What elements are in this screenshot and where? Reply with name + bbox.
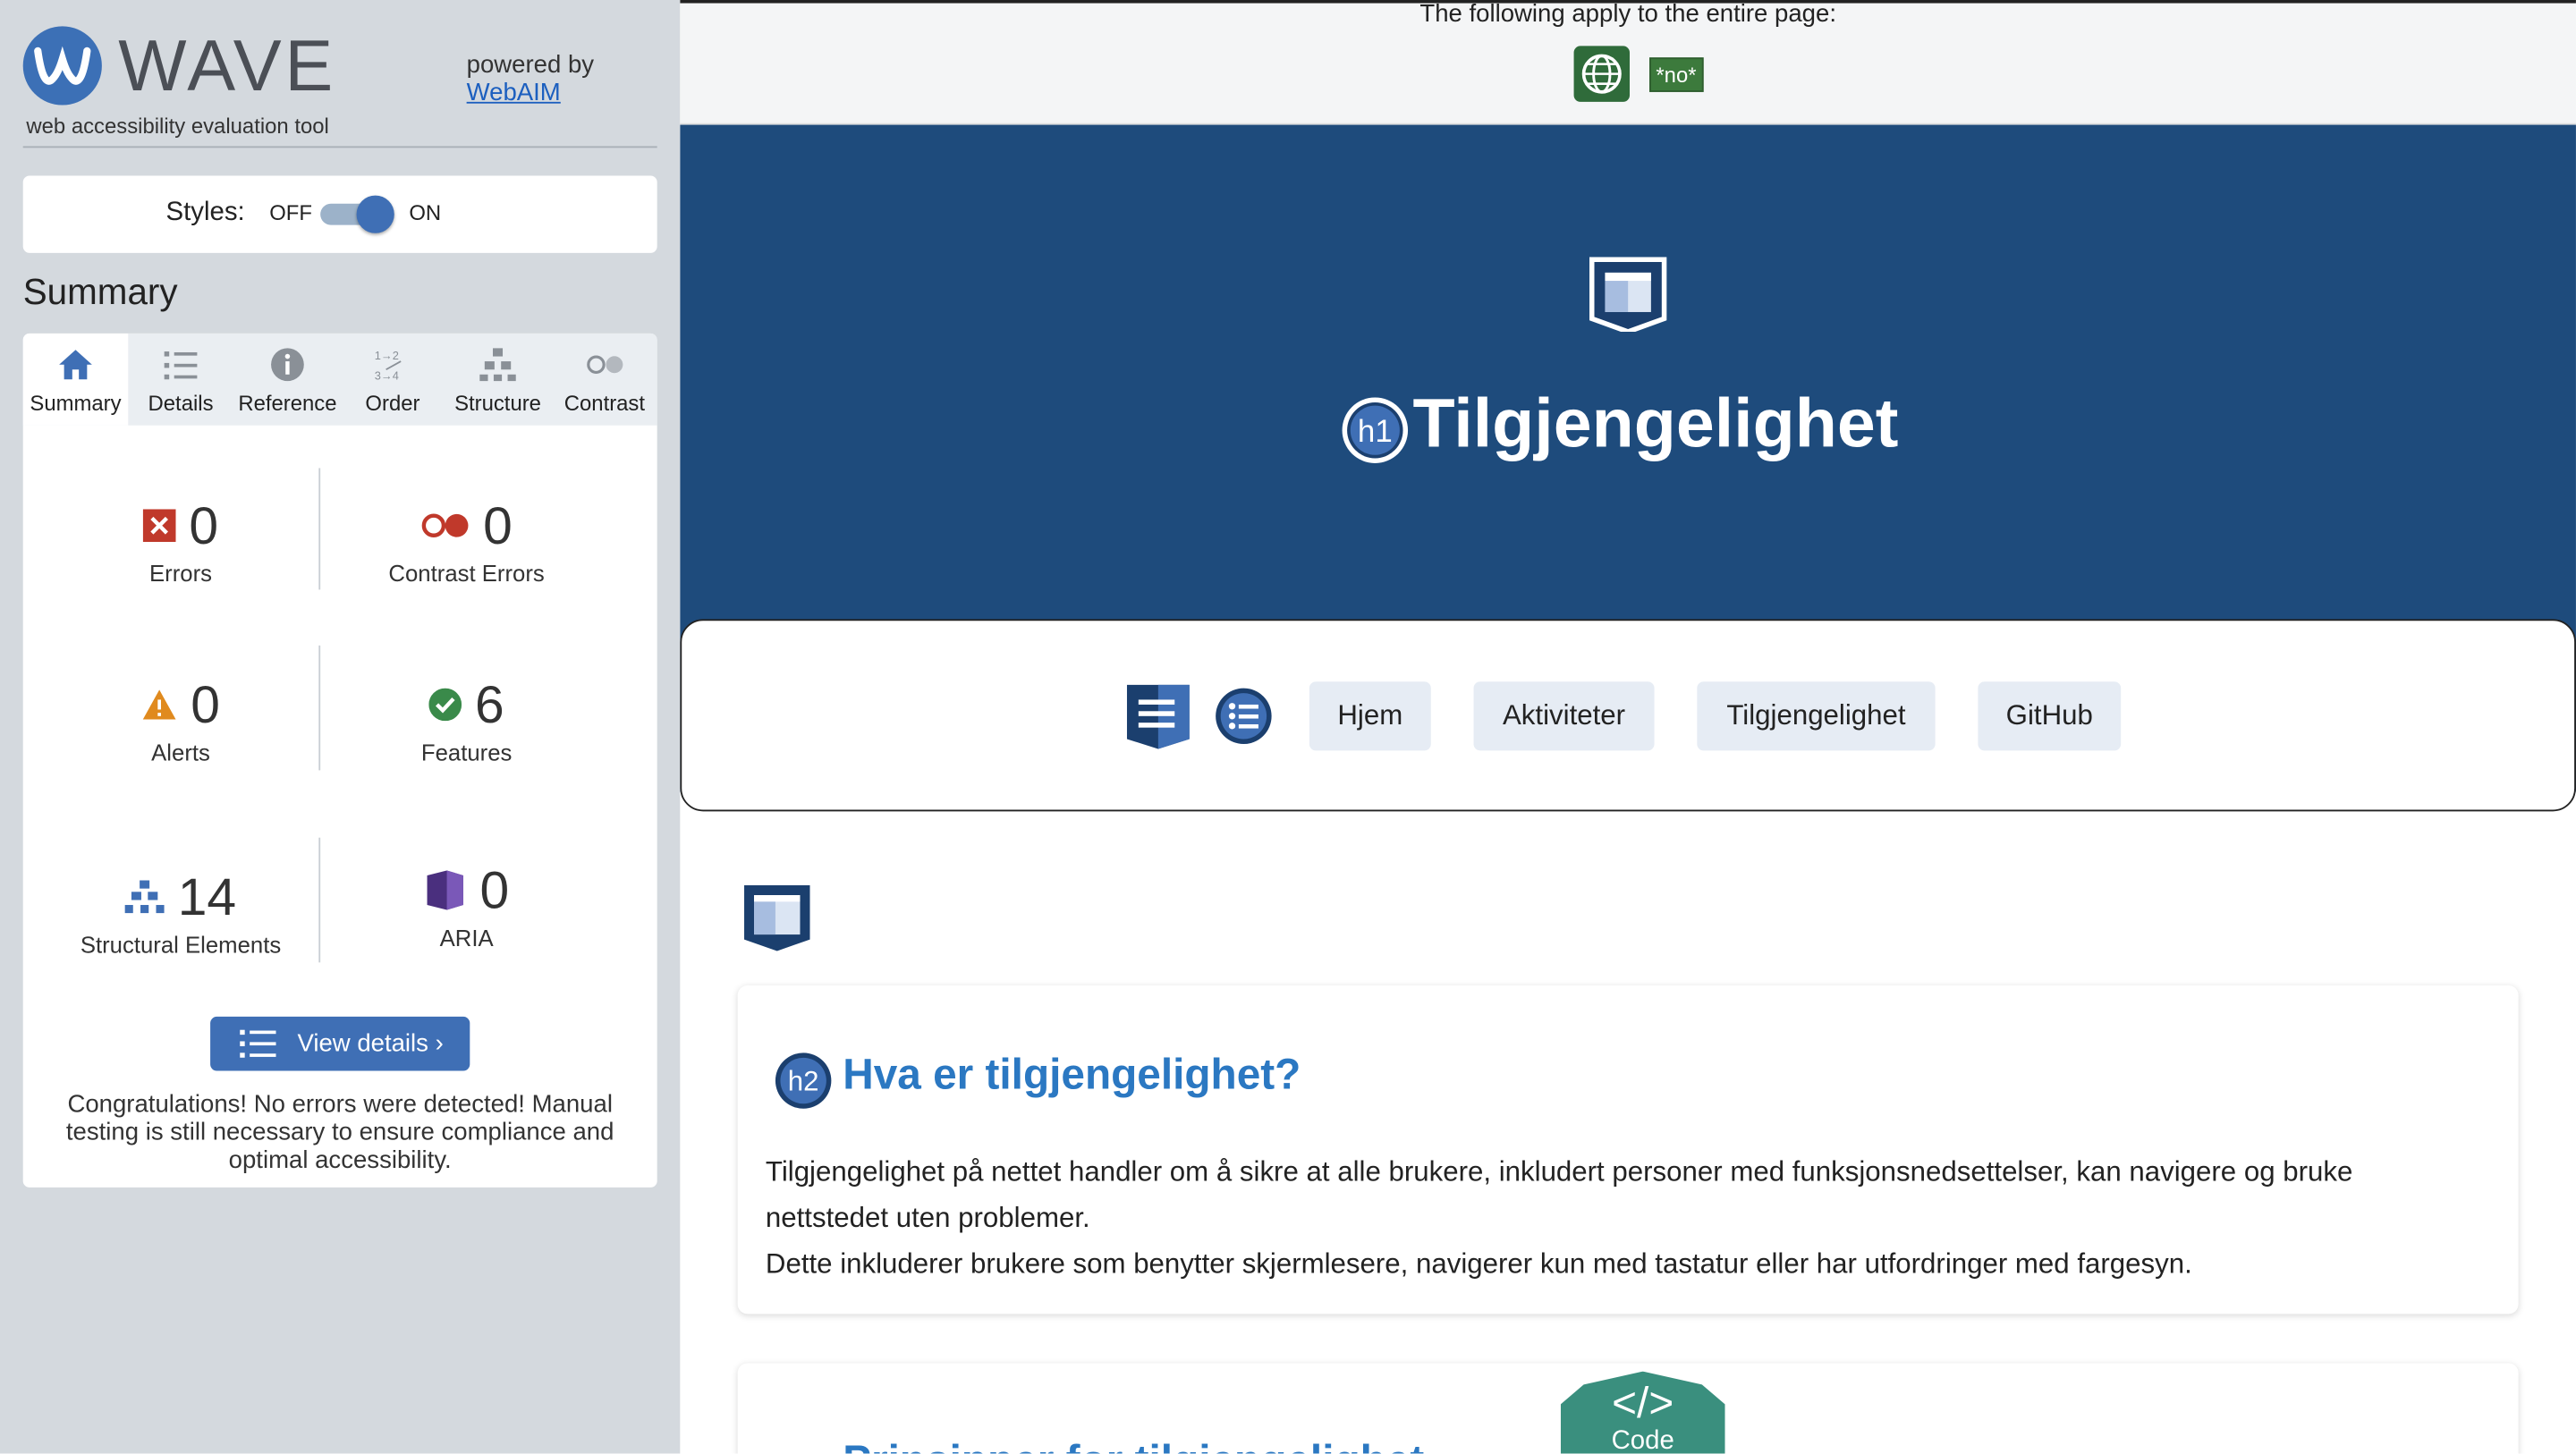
- page-content: The following apply to the entire page: …: [680, 0, 2576, 1454]
- tab-label: Reference: [238, 391, 337, 416]
- webaim-link[interactable]: WebAIM: [467, 79, 594, 106]
- tab-contrast[interactable]: Contrast: [552, 334, 657, 426]
- styles-label: Styles:: [165, 199, 245, 227]
- structural-count: 14: [177, 866, 237, 926]
- h2-badge-label: h2: [788, 1066, 819, 1097]
- tab-reference[interactable]: Reference: [233, 334, 342, 426]
- nav-link-aktiviteter[interactable]: Aktiviteter: [1473, 681, 1655, 751]
- contrast-errors-label: Contrast Errors: [388, 560, 545, 587]
- divider: [22, 146, 657, 148]
- tab-bar: Summary Details Reference 1→2 3→4 Order S…: [22, 333, 657, 426]
- tab-label: Order: [365, 391, 420, 416]
- main-landmark-icon[interactable]: [742, 883, 811, 952]
- nav-bar: Hjem Aktiviteter Tilgjengelighet GitHub: [680, 619, 2576, 812]
- summary-heading: Summary: [22, 271, 178, 312]
- header-banner: h1 Tilgjengelighet Hjem Aktiviteter Tilg…: [680, 124, 2576, 812]
- stat-divider: [318, 837, 321, 963]
- wave-logo-icon: [22, 26, 102, 106]
- aria-count: 0: [479, 860, 510, 920]
- aria-icon: [427, 870, 464, 910]
- tab-summary[interactable]: Summary: [22, 333, 129, 426]
- wave-subtitle: web accessibility evaluation tool: [26, 113, 329, 139]
- unordered-list-icon[interactable]: [1214, 687, 1273, 746]
- code-icon[interactable]: </>Code: [1560, 1371, 1725, 1454]
- h2-heading-icon[interactable]: h2: [774, 1051, 833, 1110]
- header-landmark-icon[interactable]: [1589, 257, 1667, 333]
- nav-link-github[interactable]: GitHub: [1978, 681, 2122, 751]
- styles-toggle-knob[interactable]: [356, 195, 394, 233]
- paragraph-line: Dette inkluderer brukere som benytter sk…: [765, 1247, 2192, 1280]
- page-wide-bar: The following apply to the entire page: …: [680, 0, 2576, 125]
- tab-label: Details: [148, 391, 214, 416]
- stat-divider: [318, 645, 321, 771]
- section-heading: Hva er tilgjengelighet?: [843, 1049, 1301, 1099]
- tab-order[interactable]: 1→2 3→4 Order: [342, 334, 444, 426]
- stat-errors[interactable]: 0 Errors: [41, 498, 320, 587]
- globe-icon[interactable]: [1573, 46, 1631, 102]
- home-icon: [59, 350, 92, 380]
- svg-text:3→4: 3→4: [375, 368, 399, 382]
- list-icon: [164, 351, 198, 380]
- contrast-error-icon: [421, 513, 469, 537]
- navigation-landmark-icon[interactable]: [1125, 683, 1191, 749]
- tab-label: Summary: [30, 391, 122, 416]
- language-tag[interactable]: *no*: [1649, 57, 1703, 92]
- tab-details[interactable]: Details: [128, 334, 233, 426]
- aria-label: ARIA: [439, 925, 494, 951]
- styles-toggle-box: Styles: OFF ON: [22, 175, 657, 253]
- powered-by-label: powered by: [466, 50, 595, 80]
- stat-divider: [318, 468, 321, 590]
- stat-aria[interactable]: 0 ARIA: [327, 862, 606, 951]
- errors-count: 0: [189, 495, 219, 555]
- structure-icon: [479, 348, 516, 382]
- view-details-button[interactable]: View details ›: [210, 1016, 470, 1071]
- powered-by: powered by WebAIM: [467, 51, 594, 106]
- alerts-label: Alerts: [151, 739, 210, 765]
- styles-on-label: ON: [409, 200, 442, 225]
- feature-check-icon: [428, 688, 462, 722]
- apply-text: The following apply to the entire page:: [1419, 0, 1836, 29]
- congrats-message: Congratulations! No errors were detected…: [65, 1090, 614, 1175]
- structural-label: Structural Elements: [80, 931, 282, 958]
- tab-label: Contrast: [564, 391, 646, 416]
- section-heading: Prinsipper for tilgjengelighet: [843, 1435, 1424, 1453]
- styles-off-label: OFF: [269, 200, 312, 225]
- nav-link-tilgjengelighet[interactable]: Tilgjengelighet: [1697, 681, 1936, 751]
- errors-label: Errors: [149, 560, 213, 587]
- error-icon: [142, 509, 176, 543]
- h1-badge-label: h1: [1358, 414, 1393, 449]
- tab-label: Structure: [454, 391, 541, 416]
- contrast-errors-count: 0: [483, 495, 513, 555]
- h1-heading-icon[interactable]: h1: [1341, 396, 1410, 465]
- summary-panel: Summary Details Reference 1→2 3→4 Order S…: [22, 333, 657, 1188]
- contrast-icon: [587, 355, 623, 374]
- wave-sidebar: WAVE web accessibility evaluation tool p…: [0, 0, 681, 1454]
- tab-structure[interactable]: Structure: [444, 334, 552, 426]
- stat-alerts[interactable]: 0 Alerts: [41, 677, 320, 765]
- stat-structural[interactable]: 14 Structural Elements: [41, 869, 320, 958]
- alert-icon: [142, 689, 176, 720]
- stat-contrast-errors[interactable]: 0 Contrast Errors: [327, 498, 606, 587]
- info-icon: [271, 348, 304, 382]
- nav-link-hjem[interactable]: Hjem: [1309, 681, 1431, 751]
- order-icon: 1→23→4: [375, 349, 402, 382]
- view-details-label: View details ›: [297, 1029, 444, 1058]
- alerts-count: 0: [191, 674, 220, 735]
- wave-logo-text: WAVE: [118, 26, 336, 107]
- structure-elements-icon: [124, 880, 165, 914]
- features-count: 6: [474, 674, 504, 735]
- paragraph-line: Tilgjengelighet på nettet handler om å s…: [765, 1156, 2353, 1234]
- features-label: Features: [420, 739, 513, 765]
- section-paragraph: Tilgjengelighet på nettet handler om å s…: [766, 1150, 2458, 1288]
- list-icon: [240, 1029, 276, 1058]
- stat-features[interactable]: 6 Features: [327, 677, 606, 765]
- content-card: h2 Hva er tilgjengelighet? Tilgjengeligh…: [737, 985, 2519, 1315]
- page-title: Tilgjengelighet: [1412, 384, 1899, 462]
- svg-text:1→2: 1→2: [375, 349, 399, 362]
- code-label: Code: [1612, 1425, 1674, 1454]
- svg-text:</>: </>: [1612, 1380, 1674, 1427]
